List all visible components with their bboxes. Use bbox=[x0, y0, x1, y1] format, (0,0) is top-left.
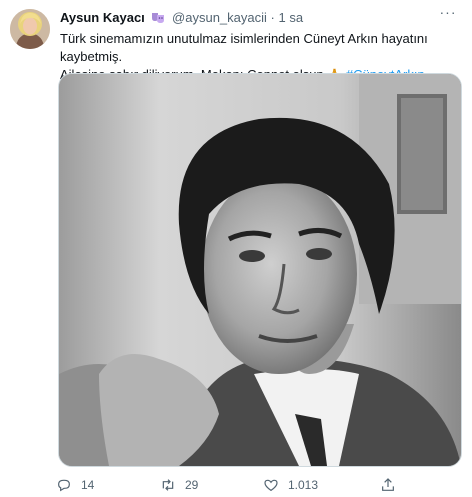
like-count: 1.013 bbox=[288, 478, 319, 492]
author-handle[interactable]: @aysun_kayacii bbox=[172, 10, 267, 25]
share-button[interactable] bbox=[380, 476, 405, 494]
tweet-text-line-1: Türk sinemamızın unutulmaz isimlerinden … bbox=[60, 31, 428, 64]
retweet-icon bbox=[162, 479, 174, 491]
author-name[interactable]: Aysun Kayacı bbox=[60, 10, 145, 25]
retweet-count: 29 bbox=[185, 478, 199, 492]
reply-count: 14 bbox=[81, 478, 95, 492]
avatar[interactable] bbox=[10, 9, 50, 49]
tweet-timestamp[interactable]: 1 sa bbox=[278, 10, 303, 25]
share-icon bbox=[382, 478, 394, 491]
tweet-header: Aysun Kayacı @aysun_kayacii · 1 sa bbox=[60, 10, 303, 26]
theater-masks-icon bbox=[151, 12, 165, 24]
reply-icon bbox=[58, 479, 70, 492]
retweet-button[interactable]: 29 bbox=[160, 476, 198, 494]
header-separator: · bbox=[270, 10, 275, 25]
more-options-button[interactable]: ··· bbox=[436, 4, 460, 22]
more-icon: ··· bbox=[439, 4, 457, 20]
heart-icon bbox=[264, 479, 278, 492]
reply-button[interactable]: 14 bbox=[56, 476, 94, 494]
tweet-actions: 14 29 1.013 bbox=[56, 476, 466, 494]
tweet-photo[interactable] bbox=[58, 73, 462, 467]
like-button[interactable]: 1.013 bbox=[263, 476, 318, 494]
tweet[interactable]: Aysun Kayacı @aysun_kayacii · 1 sa ··· T… bbox=[0, 0, 472, 497]
